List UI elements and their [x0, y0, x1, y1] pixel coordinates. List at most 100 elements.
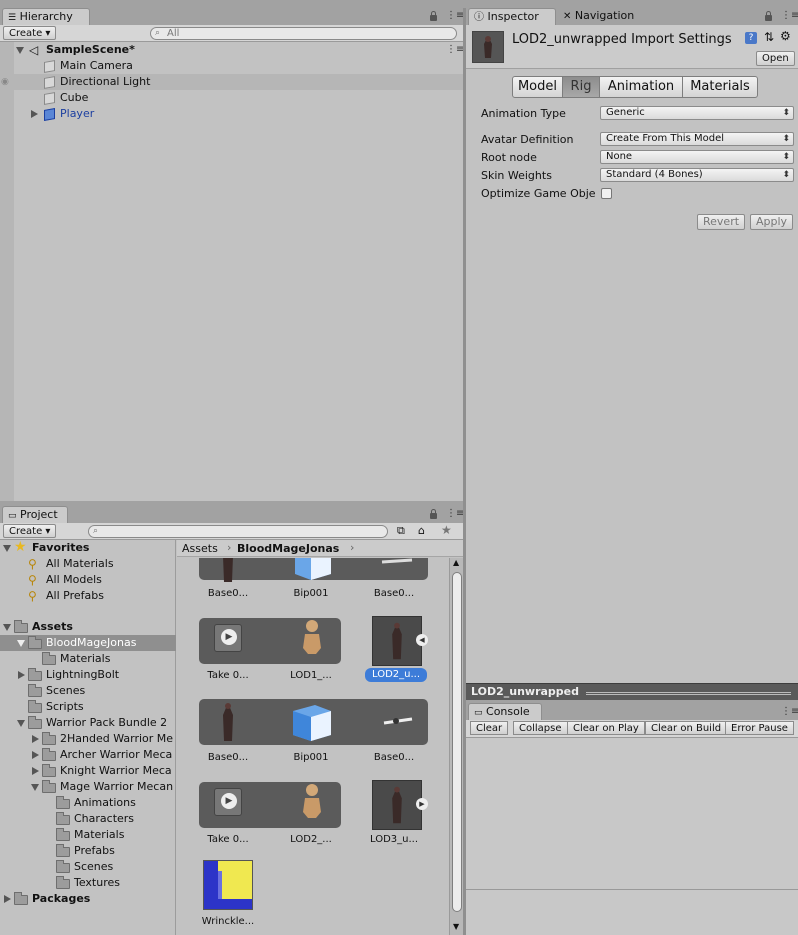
collapse-arrow-icon[interactable]: ◀ — [416, 634, 428, 646]
navigation-tab[interactable]: ✕ Navigation — [558, 8, 650, 25]
lock-icon[interactable] — [430, 509, 437, 519]
asset-label[interactable]: LOD3_u... — [364, 834, 424, 845]
hierarchy-tab[interactable]: ☰ Hierarchy — [2, 8, 90, 25]
hierarchy-item[interactable]: Main Camera — [0, 58, 463, 74]
tree-item[interactable]: Materials — [0, 827, 176, 843]
texture-thumbnail[interactable] — [203, 860, 253, 910]
favorite-star-icon[interactable]: ★ — [441, 523, 452, 537]
tab-rig[interactable]: Rig — [562, 76, 600, 98]
inspector-tab[interactable]: ⓘ Inspector — [468, 8, 556, 25]
project-search-input[interactable]: ⌕ — [88, 525, 388, 538]
clear-button[interactable]: Clear — [470, 721, 509, 735]
expand-triangle-icon[interactable] — [17, 640, 25, 647]
apply-button[interactable]: Apply — [750, 214, 794, 230]
cube-thumbnail[interactable] — [287, 697, 337, 747]
panel-menu-icon[interactable]: ⋮≡ — [446, 508, 464, 519]
asset-label[interactable]: Bip001 — [281, 588, 341, 599]
asset-label[interactable]: Wrinckle... — [198, 916, 258, 927]
collapsed-triangle-icon[interactable] — [32, 735, 39, 743]
clear-on-build-button[interactable]: Clear on Build — [645, 721, 728, 735]
collapsed-triangle-icon[interactable] — [32, 751, 39, 759]
collapsed-triangle-icon[interactable] — [32, 767, 39, 775]
open-button[interactable]: Open — [756, 51, 795, 66]
breadcrumb-item[interactable]: BloodMageJonas — [237, 542, 339, 555]
asset-label[interactable]: Base0... — [198, 588, 258, 599]
scene-menu-icon[interactable]: ⋮≡ — [446, 42, 464, 58]
model-thumbnail[interactable] — [203, 558, 253, 588]
tree-item[interactable]: Mage Warrior Mecan — [0, 779, 176, 795]
expand-arrow-icon[interactable]: ▶ — [416, 798, 428, 810]
collapsed-triangle-icon[interactable] — [31, 110, 38, 118]
tree-item[interactable]: Materials — [0, 651, 176, 667]
tree-item[interactable]: LightningBolt — [0, 667, 176, 683]
avatar-definition-dropdown[interactable]: Create From This Model — [600, 132, 794, 146]
console-detail-area[interactable] — [466, 891, 798, 935]
packages-header[interactable]: Packages — [0, 891, 176, 907]
tree-item[interactable]: Scripts — [0, 699, 176, 715]
asset-label[interactable]: Bip001 — [281, 752, 341, 763]
create-dropdown[interactable]: Create ▾ — [3, 524, 57, 538]
scrollbar-thumb[interactable] — [452, 572, 462, 912]
eye-icon[interactable]: ◉ — [1, 74, 9, 90]
model-thumbnail[interactable] — [372, 780, 422, 830]
create-dropdown[interactable]: Create ▾ — [3, 26, 57, 40]
breadcrumb-item[interactable]: Assets — [182, 542, 218, 555]
hierarchy-item[interactable]: Cube — [0, 90, 463, 106]
asset-label-selected[interactable]: LOD2_u... — [365, 668, 427, 682]
tab-animation[interactable]: Animation — [599, 76, 683, 98]
asset-label[interactable]: Take 0... — [198, 834, 258, 845]
tree-item[interactable]: Characters — [0, 811, 176, 827]
model-thumbnail[interactable] — [203, 697, 253, 747]
tree-item[interactable]: Archer Warrior Meca — [0, 747, 176, 763]
tree-item[interactable]: Warrior Pack Bundle 2 — [0, 715, 176, 731]
scene-row[interactable]: ◁ SampleScene* ⋮≡ — [0, 42, 464, 58]
tree-item[interactable]: 2Handed Warrior Me — [0, 731, 176, 747]
tree-item[interactable]: Prefabs — [0, 843, 176, 859]
expand-triangle-icon[interactable] — [17, 720, 25, 727]
error-pause-button[interactable]: Error Pause — [725, 721, 794, 735]
tree-item[interactable]: Scenes — [0, 683, 176, 699]
help-icon[interactable]: ? — [745, 32, 757, 44]
asset-label[interactable]: Take 0... — [198, 670, 258, 681]
hierarchy-item[interactable]: ◉ Directional Light — [0, 74, 463, 90]
expand-triangle-icon[interactable] — [3, 545, 11, 552]
asset-label[interactable]: Base0... — [364, 588, 424, 599]
clear-on-play-button[interactable]: Clear on Play — [567, 721, 645, 735]
panel-menu-icon[interactable]: ⋮≡ — [446, 10, 464, 21]
asset-label[interactable]: LOD2_... — [281, 834, 341, 845]
gear-icon[interactable]: ⚙ — [780, 29, 791, 43]
root-node-dropdown[interactable]: None — [600, 150, 794, 164]
avatar-thumbnail[interactable] — [287, 778, 337, 828]
console-log-area[interactable] — [466, 738, 798, 890]
lock-icon[interactable] — [430, 11, 437, 21]
tree-item-bloodmagejonas[interactable]: BloodMageJonas — [0, 635, 176, 651]
expand-triangle-icon[interactable] — [31, 784, 39, 791]
console-tab[interactable]: ▭ Console — [468, 703, 542, 720]
bone-thumbnail[interactable] — [372, 697, 422, 747]
model-thumbnail-selected[interactable] — [372, 616, 422, 666]
hierarchy-search-input[interactable]: ⌕ All — [150, 27, 457, 40]
favorite-item[interactable]: ⚲ All Models — [0, 572, 176, 588]
expand-triangle-icon[interactable] — [3, 624, 11, 631]
favorites-header[interactable]: ★ Favorites — [0, 539, 176, 556]
cube-thumbnail[interactable] — [287, 558, 337, 588]
tab-materials[interactable]: Materials — [682, 76, 758, 98]
collapsed-triangle-icon[interactable] — [4, 895, 11, 903]
animation-clip-thumbnail[interactable]: ▶ — [214, 788, 242, 816]
asset-label[interactable]: Base0... — [198, 752, 258, 763]
skin-weights-dropdown[interactable]: Standard (4 Bones) — [600, 168, 794, 182]
optimize-game-objects-checkbox[interactable] — [601, 188, 612, 199]
collapse-button[interactable]: Collapse — [513, 721, 568, 735]
filter-by-type-icon[interactable]: ⧉ — [397, 524, 405, 538]
favorite-item[interactable]: ⚲ All Materials — [0, 556, 176, 572]
filter-by-label-icon[interactable]: ⌂ — [418, 524, 425, 537]
tree-item[interactable]: Scenes — [0, 859, 176, 875]
vertical-splitter[interactable] — [463, 8, 466, 935]
scroll-up-icon[interactable]: ▲ — [453, 558, 459, 567]
asset-label[interactable]: LOD1_... — [281, 670, 341, 681]
preview-drag-handle[interactable] — [586, 692, 791, 695]
assets-header[interactable]: Assets — [0, 619, 176, 635]
project-tab[interactable]: ▭ Project — [2, 506, 68, 523]
preview-bar[interactable]: LOD2_unwrapped — [466, 683, 798, 700]
bone-thumbnail[interactable] — [372, 558, 422, 588]
